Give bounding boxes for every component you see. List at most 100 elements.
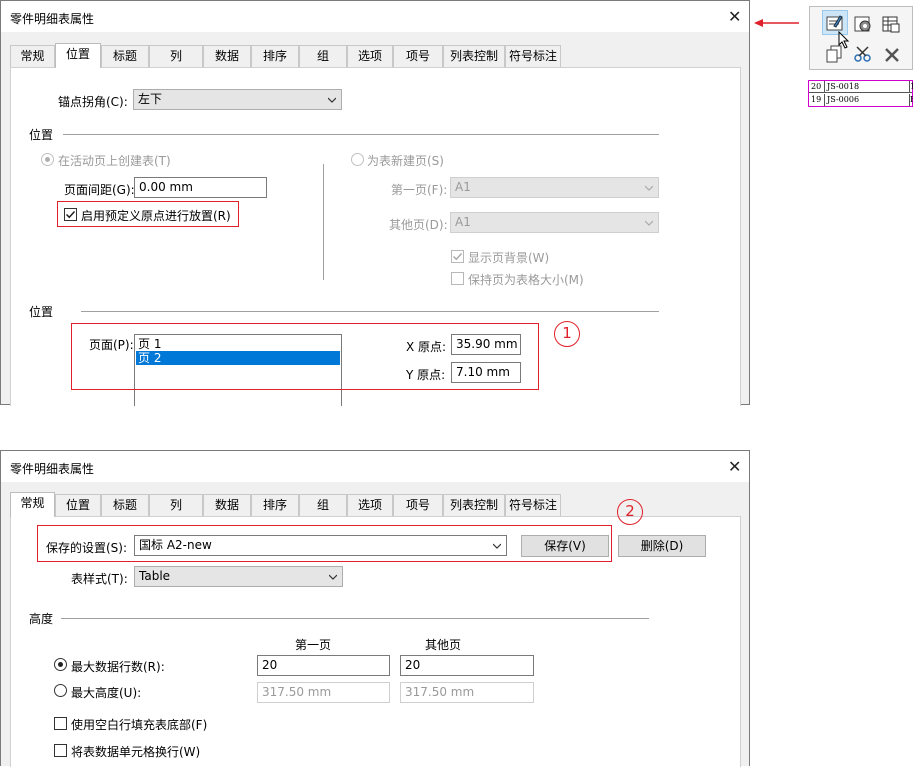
delete-icon[interactable] [883, 46, 901, 64]
tab-data[interactable]: 数据 [203, 45, 251, 67]
table-row: 19 JS-0006 B6 [809, 94, 913, 106]
chevron-down-icon [645, 185, 653, 191]
tab-label: 排序 [262, 498, 287, 512]
tab-label: 组 [316, 498, 329, 512]
tab-label: 列 [169, 49, 182, 63]
chevron-down-icon [328, 97, 336, 103]
radio-max-data-rows-label: 最大数据行数(R): [71, 660, 165, 674]
highlight-box-predefined-origin [57, 201, 239, 227]
tab-label: 组 [316, 49, 329, 63]
mouse-cursor-icon [838, 31, 850, 49]
page-spacing-input[interactable]: 0.00 mm [134, 177, 267, 198]
checkbox-fill-blank-rows[interactable] [54, 717, 67, 730]
red-arrow-icon [754, 19, 799, 27]
other-page-value: A1 [455, 215, 471, 229]
first-page-value: A1 [455, 180, 471, 194]
tab-sort[interactable]: 排序 [251, 494, 299, 516]
checkbox-keep-page-table-size-label: 保持页为表格大小(M) [468, 273, 584, 287]
max-rows-first-page-input[interactable]: 20 [257, 655, 390, 676]
tab-label: 选项 [357, 49, 382, 63]
section-height-heading: 高度 [29, 612, 54, 626]
max-rows-other-pages-input[interactable]: 20 [400, 655, 534, 676]
tab-general[interactable]: 常规 [10, 45, 55, 67]
section-divider [81, 311, 659, 312]
tab-position[interactable]: 位置 [55, 494, 101, 516]
chevron-down-icon [645, 220, 653, 226]
checkbox-show-page-background-label: 显示页背景(W) [468, 251, 550, 265]
table-style-label: 表样式(T): [71, 572, 128, 586]
tab-group[interactable]: 组 [299, 45, 347, 67]
section-divider [63, 134, 659, 135]
parts-list-table-preview: 20 JS-0018 13 19 JS-0006 B6 [808, 80, 913, 107]
anchor-corner-label: 锚点拐角(C): [58, 95, 128, 109]
column-header-first-page: 第一页 [295, 638, 332, 652]
close-icon[interactable]: ✕ [728, 9, 741, 25]
tab-item-number[interactable]: 项号 [393, 494, 443, 516]
tab-sort[interactable]: 排序 [251, 45, 299, 67]
first-page-label: 第一页(F): [391, 183, 448, 197]
max-height-other-pages-input[interactable]: 317.50 mm [400, 682, 534, 703]
checkmark-icon [452, 252, 463, 261]
scissors-icon[interactable] [854, 45, 872, 63]
table-style-select[interactable]: Table [134, 566, 343, 587]
callout-number-1: 1 [554, 321, 580, 347]
tab-group[interactable]: 组 [299, 494, 347, 516]
radio-create-on-active-page[interactable] [41, 153, 54, 166]
tab-label: 选项 [357, 498, 382, 512]
tab-symbol-callout[interactable]: 符号标注 [505, 494, 561, 516]
max-height-first-page-input[interactable]: 317.50 mm [257, 682, 390, 703]
tab-title[interactable]: 标题 [101, 494, 149, 516]
radio-new-page-for-table-label: 为表新建页(S) [367, 154, 444, 168]
tab-options[interactable]: 选项 [347, 45, 393, 67]
anchor-corner-select[interactable]: 左下 [133, 89, 342, 110]
table-row: 20 JS-0018 13 [809, 81, 913, 93]
tab-label: 标题 [112, 49, 137, 63]
tab-label: 位置 [65, 47, 90, 61]
tab-label: 项号 [405, 49, 430, 63]
table-cell: 20 [809, 81, 825, 93]
first-page-select[interactable]: A1 [450, 177, 659, 198]
checkbox-show-page-background[interactable] [451, 250, 464, 263]
tab-symbol-callout[interactable]: 符号标注 [505, 45, 561, 67]
tab-label: 列 [169, 498, 182, 512]
tab-label: 符号标注 [508, 498, 557, 512]
highlight-box-saved-settings [37, 525, 612, 562]
tab-columns[interactable]: 列 [149, 45, 203, 67]
tab-general[interactable]: 常规 [10, 492, 55, 517]
tab-options[interactable]: 选项 [347, 494, 393, 516]
highlight-box-position [71, 323, 539, 390]
other-page-select[interactable]: A1 [450, 212, 659, 233]
tab-label: 位置 [65, 498, 90, 512]
dialog-titlebar: 零件明细表属性 ✕ [1, 1, 749, 32]
vertical-divider [323, 164, 324, 280]
section-position-heading-2: 位置 [29, 305, 54, 319]
checkbox-wrap-cells[interactable] [54, 744, 67, 757]
radio-create-on-active-page-label: 在活动页上创建表(T) [58, 154, 171, 168]
radio-max-data-rows[interactable] [54, 658, 67, 671]
radio-new-page-for-table[interactable] [351, 153, 364, 166]
tab-label: 符号标注 [508, 49, 557, 63]
close-icon[interactable]: ✕ [728, 459, 741, 475]
radio-max-height[interactable] [54, 684, 67, 697]
settings-gear-icon[interactable] [854, 15, 872, 33]
column-header-other-pages: 其他页 [425, 638, 462, 652]
tab-label: 数据 [214, 49, 239, 63]
dialog-titlebar: 零件明细表属性 ✕ [1, 451, 749, 482]
dialog-parts-list-properties-general: 零件明细表属性 ✕ 常规 位置 标题 列 数据 排序 组 选项 项号 列表控制 … [0, 450, 750, 767]
tab-title[interactable]: 标题 [101, 45, 149, 67]
tab-list-control[interactable]: 列表控制 [443, 45, 505, 67]
tab-position[interactable]: 位置 [55, 43, 101, 68]
tab-list-control[interactable]: 列表控制 [443, 494, 505, 516]
delete-settings-button[interactable]: 删除(D) [618, 535, 706, 557]
callout-number-2: 2 [617, 499, 643, 525]
table-cell: JS-0018 [825, 81, 910, 93]
checkbox-keep-page-table-size[interactable] [451, 272, 464, 285]
properties-icon[interactable] [826, 14, 844, 32]
tab-columns[interactable]: 列 [149, 494, 203, 516]
tab-item-number[interactable]: 项号 [393, 45, 443, 67]
table-icon[interactable] [882, 15, 900, 33]
section-position-heading: 位置 [29, 128, 54, 142]
tab-data[interactable]: 数据 [203, 494, 251, 516]
table-cell: 19 [809, 94, 825, 106]
tab-label: 数据 [214, 498, 239, 512]
